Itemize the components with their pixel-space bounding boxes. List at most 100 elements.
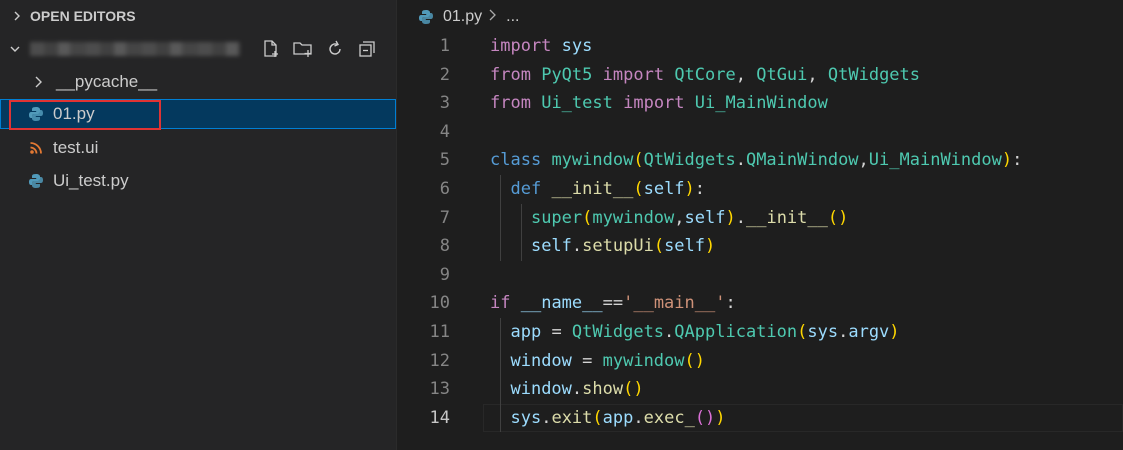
code-token: QtWidgets bbox=[827, 64, 921, 85]
code-line[interactable]: 12 window = mywindow() bbox=[397, 347, 1123, 376]
code-text: window.show() bbox=[490, 375, 643, 404]
explorer-actions bbox=[260, 34, 378, 64]
code-token: self bbox=[684, 207, 726, 228]
indent-guide bbox=[500, 175, 501, 261]
code-token: ( bbox=[633, 150, 644, 171]
code-text: from Ui_test import Ui_MainWindow bbox=[490, 89, 828, 118]
workspace-folder-row[interactable] bbox=[0, 34, 396, 64]
tree-item-label: test.ui bbox=[53, 138, 99, 157]
code-token: QtCore bbox=[674, 64, 736, 85]
line-number: 3 bbox=[439, 93, 450, 114]
code-line[interactable]: 2 from PyQt5 import QtCore, QtGui, QtWidg… bbox=[397, 61, 1123, 90]
line-number: 4 bbox=[439, 121, 450, 142]
code-token: exec_ bbox=[643, 407, 695, 428]
code-token: window bbox=[510, 350, 572, 371]
code-token: app bbox=[602, 407, 634, 428]
code-line[interactable]: 3 from Ui_test import Ui_MainWindow bbox=[397, 89, 1123, 118]
code-token: ) bbox=[684, 178, 695, 199]
line-number: 7 bbox=[439, 207, 450, 228]
code-token: window bbox=[510, 379, 572, 400]
code-token: ) bbox=[889, 321, 900, 342]
code-token: . bbox=[633, 407, 644, 428]
code-token: Ui_MainWindow bbox=[868, 150, 1002, 171]
code-line[interactable]: 8 self.setupUi(self) bbox=[397, 232, 1123, 261]
code-token: , bbox=[858, 150, 869, 171]
code-line[interactable]: 14 sys.exit(app.exec_()) bbox=[397, 403, 1123, 433]
code-token: , bbox=[735, 64, 757, 85]
new-file-icon[interactable] bbox=[260, 38, 282, 60]
collapse-all-icon[interactable] bbox=[356, 38, 378, 60]
code-line[interactable]: 11 app = QtWidgets.QApplication(sys.argv… bbox=[397, 318, 1123, 347]
code-line[interactable]: 4 bbox=[397, 118, 1123, 147]
code-token: . bbox=[664, 321, 675, 342]
code-token: Ui_MainWindow bbox=[694, 93, 828, 114]
code-token: QtWidgets bbox=[571, 321, 665, 342]
code-line[interactable]: 1 import sys bbox=[397, 32, 1123, 61]
chevron-right-icon bbox=[8, 7, 26, 25]
code-line[interactable]: 13 window.show() bbox=[397, 375, 1123, 404]
code-line[interactable]: 7 super(mywindow,self).__init__() bbox=[397, 204, 1123, 233]
line-number: 1 bbox=[439, 36, 450, 56]
code-token: () bbox=[827, 207, 849, 228]
indent-guide bbox=[521, 203, 522, 261]
python-icon bbox=[417, 8, 435, 26]
code-token: . bbox=[735, 207, 746, 228]
code-line[interactable]: 9 bbox=[397, 261, 1123, 290]
tree-item-test-ui[interactable]: test.ui bbox=[0, 133, 396, 163]
code-lines[interactable]: 1 import sys 2 from PyQt5 import QtCore, Qt… bbox=[397, 32, 1123, 433]
refresh-icon[interactable] bbox=[324, 38, 346, 60]
code-line[interactable]: 10 if __name__=='__main__': bbox=[397, 289, 1123, 318]
tree-item-pycache[interactable]: __pycache__ bbox=[0, 67, 396, 97]
code-token: if bbox=[490, 293, 511, 314]
code-token: QtGui bbox=[756, 64, 808, 85]
new-folder-icon[interactable] bbox=[292, 38, 314, 60]
tree-item-ui-test-py[interactable]: Ui_test.py bbox=[0, 166, 396, 196]
code-token: class bbox=[490, 150, 542, 171]
code-token: . bbox=[735, 150, 746, 171]
code-token: import bbox=[623, 93, 685, 114]
open-editors-header[interactable]: OPEN EDITORS bbox=[0, 2, 396, 30]
breadcrumb-more[interactable]: ... bbox=[506, 8, 519, 26]
line-number: 11 bbox=[429, 321, 450, 342]
rss-icon bbox=[27, 139, 45, 157]
indent-guide bbox=[500, 318, 501, 433]
code-token: self bbox=[530, 236, 572, 257]
code-token: sys bbox=[510, 407, 542, 428]
code-token: QtWidgets bbox=[643, 150, 736, 171]
code-token: QMainWindow bbox=[745, 150, 859, 171]
code-token: . bbox=[838, 321, 849, 342]
code-line[interactable]: 5 class mywindow(QtWidgets.QMainWindow,Ui… bbox=[397, 146, 1123, 175]
code-token: ) bbox=[705, 236, 716, 257]
line-number: 2 bbox=[439, 64, 450, 85]
code-line[interactable]: 6 def __init__(self): bbox=[397, 175, 1123, 204]
code-token: : bbox=[1012, 150, 1023, 171]
code-token: mywindow bbox=[592, 207, 675, 228]
code-token: from bbox=[490, 64, 531, 85]
line-number: 6 bbox=[439, 178, 450, 199]
line-number: 12 bbox=[429, 350, 450, 371]
code-token: . bbox=[541, 407, 552, 428]
python-icon bbox=[27, 105, 45, 123]
code-token: __name__ bbox=[520, 293, 603, 314]
explorer-sidebar: OPEN EDITORS __pycache__ 01.py test.ui U… bbox=[0, 0, 396, 450]
code-token: mywindow bbox=[551, 150, 634, 171]
code-token: ( bbox=[653, 236, 665, 257]
code-token: == bbox=[602, 293, 624, 314]
code-token: ( bbox=[633, 178, 644, 199]
code-token: () bbox=[684, 350, 705, 371]
code-editor[interactable]: 01.py ... 1 import sys 2 from PyQt5 import … bbox=[397, 0, 1123, 450]
code-token: ( bbox=[582, 207, 593, 228]
code-token: , bbox=[807, 64, 828, 85]
breadcrumb-file[interactable]: 01.py bbox=[443, 8, 482, 26]
tree-item-01-py[interactable]: 01.py bbox=[0, 99, 396, 129]
code-token: __init__ bbox=[551, 178, 634, 199]
